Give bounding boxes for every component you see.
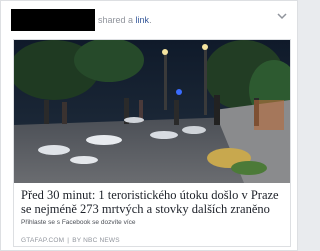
card-caption[interactable]: Před 30 minut: 1 teroristického útoku do… [21,188,286,226]
source-separator: | [67,237,70,244]
shared-line: shared a link. [98,15,152,25]
source-domain: GTAFAP.COM [21,237,65,244]
redacted-author [11,9,95,31]
preview-photo[interactable] [14,40,290,183]
shared-suffix: . [149,15,152,25]
feed-post: shared a link. Před 30 minut: 1 terorist… [0,0,298,251]
shared-link[interactable]: link [136,15,150,25]
card-subtext: Přihlaste se s Facebook se dozvíte více [21,219,136,226]
card-headline[interactable]: Před 30 minut: 1 teroristického útoku do… [21,188,286,216]
post-header: shared a link. [7,7,291,37]
shared-text: shared a [98,15,134,25]
source-byline: BY NBC NEWS [72,237,120,244]
link-preview-card[interactable]: Před 30 minut: 1 teroristického útoku do… [13,39,291,247]
chevron-down-icon[interactable] [277,11,287,21]
card-source: GTAFAP.COM | BY NBC NEWS [21,237,120,244]
